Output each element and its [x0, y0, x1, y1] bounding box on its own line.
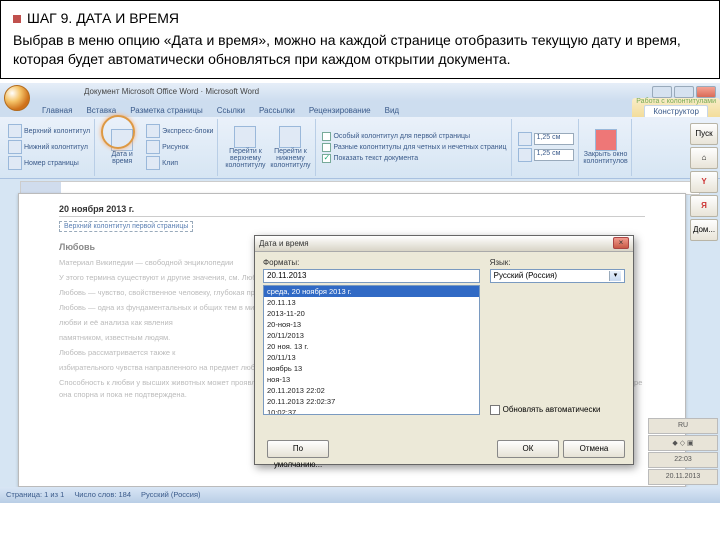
side-button[interactable]: Пуск	[690, 123, 718, 145]
checkbox-checked-icon	[322, 154, 331, 163]
close-window-button[interactable]	[696, 86, 716, 98]
clip-button[interactable]: Клип	[146, 156, 213, 170]
window-titlebar: Документ Microsoft Office Word · Microso…	[0, 83, 720, 101]
date-time-dialog: Дата и время × Форматы: 20.11.2013 среда…	[254, 235, 634, 465]
status-bar: Страница: 1 из 1 Число слов: 184 Русский…	[0, 487, 720, 503]
status-words[interactable]: Число слов: 184	[74, 490, 131, 499]
word-screenshot: Документ Microsoft Office Word · Microso…	[0, 83, 720, 503]
quick-parts-icon	[146, 124, 160, 138]
slide-title: ШАГ 9. ДАТА И ВРЕМЯ	[27, 10, 179, 26]
dialog-titlebar[interactable]: Дата и время ×	[255, 236, 633, 252]
ribbon: Верхний колонтитул Нижний колонтитул Ном…	[0, 117, 720, 179]
list-item[interactable]: 20-ноя-13	[264, 319, 479, 330]
quick-parts-button[interactable]: Экспресс-блоки	[146, 124, 213, 138]
date-time-button[interactable]: Дата и время	[101, 121, 143, 174]
system-tray: RU ◆ ◇ ▣ 22:03 20.11.2013	[648, 418, 718, 485]
list-item[interactable]: ноя-13	[264, 374, 479, 385]
tray-time[interactable]: 22:03	[648, 452, 718, 468]
tab-home[interactable]: Главная	[36, 104, 78, 117]
checkbox-icon	[322, 143, 331, 152]
dialog-close-button[interactable]: ×	[613, 237, 629, 249]
page-number-button[interactable]: Номер страницы	[8, 156, 90, 170]
goto-footer-button[interactable]: Перейти к нижнему колонтитулу	[269, 121, 311, 174]
status-lang[interactable]: Русский (Россия)	[141, 490, 201, 499]
side-button[interactable]: Y	[690, 171, 718, 193]
status-page[interactable]: Страница: 1 из 1	[6, 490, 64, 499]
footer-icon	[8, 140, 22, 154]
list-item[interactable]: 2013-11-20	[264, 308, 479, 319]
show-text-option[interactable]: Показать текст документа	[322, 154, 506, 163]
maximize-button[interactable]	[674, 86, 694, 98]
format-label: Форматы:	[263, 258, 480, 267]
list-item[interactable]: 20 ноя. 13 г.	[264, 341, 479, 352]
tab-mailings[interactable]: Рассылки	[253, 104, 301, 117]
default-button[interactable]: По умолчанию...	[267, 440, 329, 458]
goto-header-icon	[234, 126, 256, 148]
tab-review[interactable]: Рецензирование	[303, 104, 377, 117]
header-button[interactable]: Верхний колонтитул	[8, 124, 90, 138]
checkbox-icon	[322, 132, 331, 141]
page-number-icon	[8, 156, 22, 170]
tray-date[interactable]: 20.11.2013	[648, 469, 718, 485]
ok-button[interactable]: ОК	[497, 440, 559, 458]
format-textbox[interactable]: 20.11.2013	[263, 269, 480, 283]
tab-design[interactable]: Конструктор	[644, 105, 708, 117]
close-header-footer-button[interactable]: Закрыть окно колонтитулов	[585, 121, 627, 174]
office-button[interactable]	[4, 85, 30, 111]
tab-layout[interactable]: Разметка страницы	[124, 104, 209, 117]
header-divider	[59, 216, 645, 217]
lang-indicator[interactable]: RU	[648, 418, 718, 434]
cancel-button[interactable]: Отмена	[563, 440, 625, 458]
list-item[interactable]: 20/11/2013	[264, 330, 479, 341]
margin-bottom-icon	[518, 148, 532, 162]
format-listbox[interactable]: среда, 20 ноября 2013 г. 20.11.13 2013-1…	[263, 285, 480, 415]
picture-icon	[146, 140, 160, 154]
goto-footer-icon	[279, 126, 301, 148]
minimize-button[interactable]	[652, 86, 672, 98]
contextual-tab-group: Работа с колонтитулами Конструктор	[632, 98, 720, 117]
auto-update-checkbox[interactable]: Обновлять автоматически	[490, 305, 625, 415]
language-label: Язык:	[490, 258, 625, 267]
callout-highlight-icon	[101, 115, 135, 149]
checkbox-icon	[490, 405, 500, 415]
list-item[interactable]: среда, 20 ноября 2013 г.	[264, 286, 479, 297]
dialog-title: Дата и время	[259, 239, 309, 248]
list-item[interactable]: 20/11/13	[264, 352, 479, 363]
clip-icon	[146, 156, 160, 170]
header-region-tab: Верхний колонтитул первой страницы	[59, 221, 193, 232]
margin-top-icon	[518, 132, 532, 146]
browser-side-toolbar: Пуск ⌂ Y Я Дом...	[690, 123, 718, 241]
tab-view[interactable]: Вид	[379, 104, 405, 117]
list-item[interactable]: 10:02:37	[264, 407, 479, 415]
slide-instruction-block: ШАГ 9. ДАТА И ВРЕМЯ Выбрав в меню опцию …	[0, 0, 720, 79]
header-margin-spinner[interactable]: 1,25 см	[534, 133, 574, 145]
footer-button[interactable]: Нижний колонтитул	[8, 140, 90, 154]
ribbon-tabs: Главная Вставка Разметка страницы Ссылки…	[0, 101, 720, 117]
footer-margin-spinner[interactable]: 1,25 см	[534, 149, 574, 161]
close-icon	[595, 129, 617, 151]
slide-body: Выбрав в меню опцию «Дата и время», можн…	[13, 31, 707, 70]
header-icon	[8, 124, 22, 138]
chevron-down-icon: ▾	[609, 271, 621, 281]
side-button[interactable]: ⌂	[690, 147, 718, 169]
list-item[interactable]: 20.11.13	[264, 297, 479, 308]
first-page-option[interactable]: Особый колонтитул для первой страницы	[322, 132, 506, 141]
bullet-icon	[13, 15, 21, 23]
list-item[interactable]: 20.11.2013 22:02:37	[264, 396, 479, 407]
window-title: Документ Microsoft Office Word · Microso…	[84, 87, 259, 96]
side-button[interactable]: Я	[690, 195, 718, 217]
odd-even-option[interactable]: Разные колонтитулы для четных и нечетных…	[322, 143, 506, 152]
goto-header-button[interactable]: Перейти к верхнему колонтитулу	[224, 121, 266, 174]
side-button[interactable]: Дом...	[690, 219, 718, 241]
tab-references[interactable]: Ссылки	[211, 104, 251, 117]
page-header-date: 20 ноября 2013 г.	[59, 204, 645, 214]
list-item[interactable]: 20.11.2013 22:02	[264, 385, 479, 396]
picture-button[interactable]: Рисунок	[146, 140, 213, 154]
tray-icons[interactable]: ◆ ◇ ▣	[648, 435, 718, 451]
language-combo[interactable]: Русский (Россия) ▾	[490, 269, 625, 283]
context-group-label: Работа с колонтитулами	[636, 98, 716, 105]
list-item[interactable]: ноябрь 13	[264, 363, 479, 374]
